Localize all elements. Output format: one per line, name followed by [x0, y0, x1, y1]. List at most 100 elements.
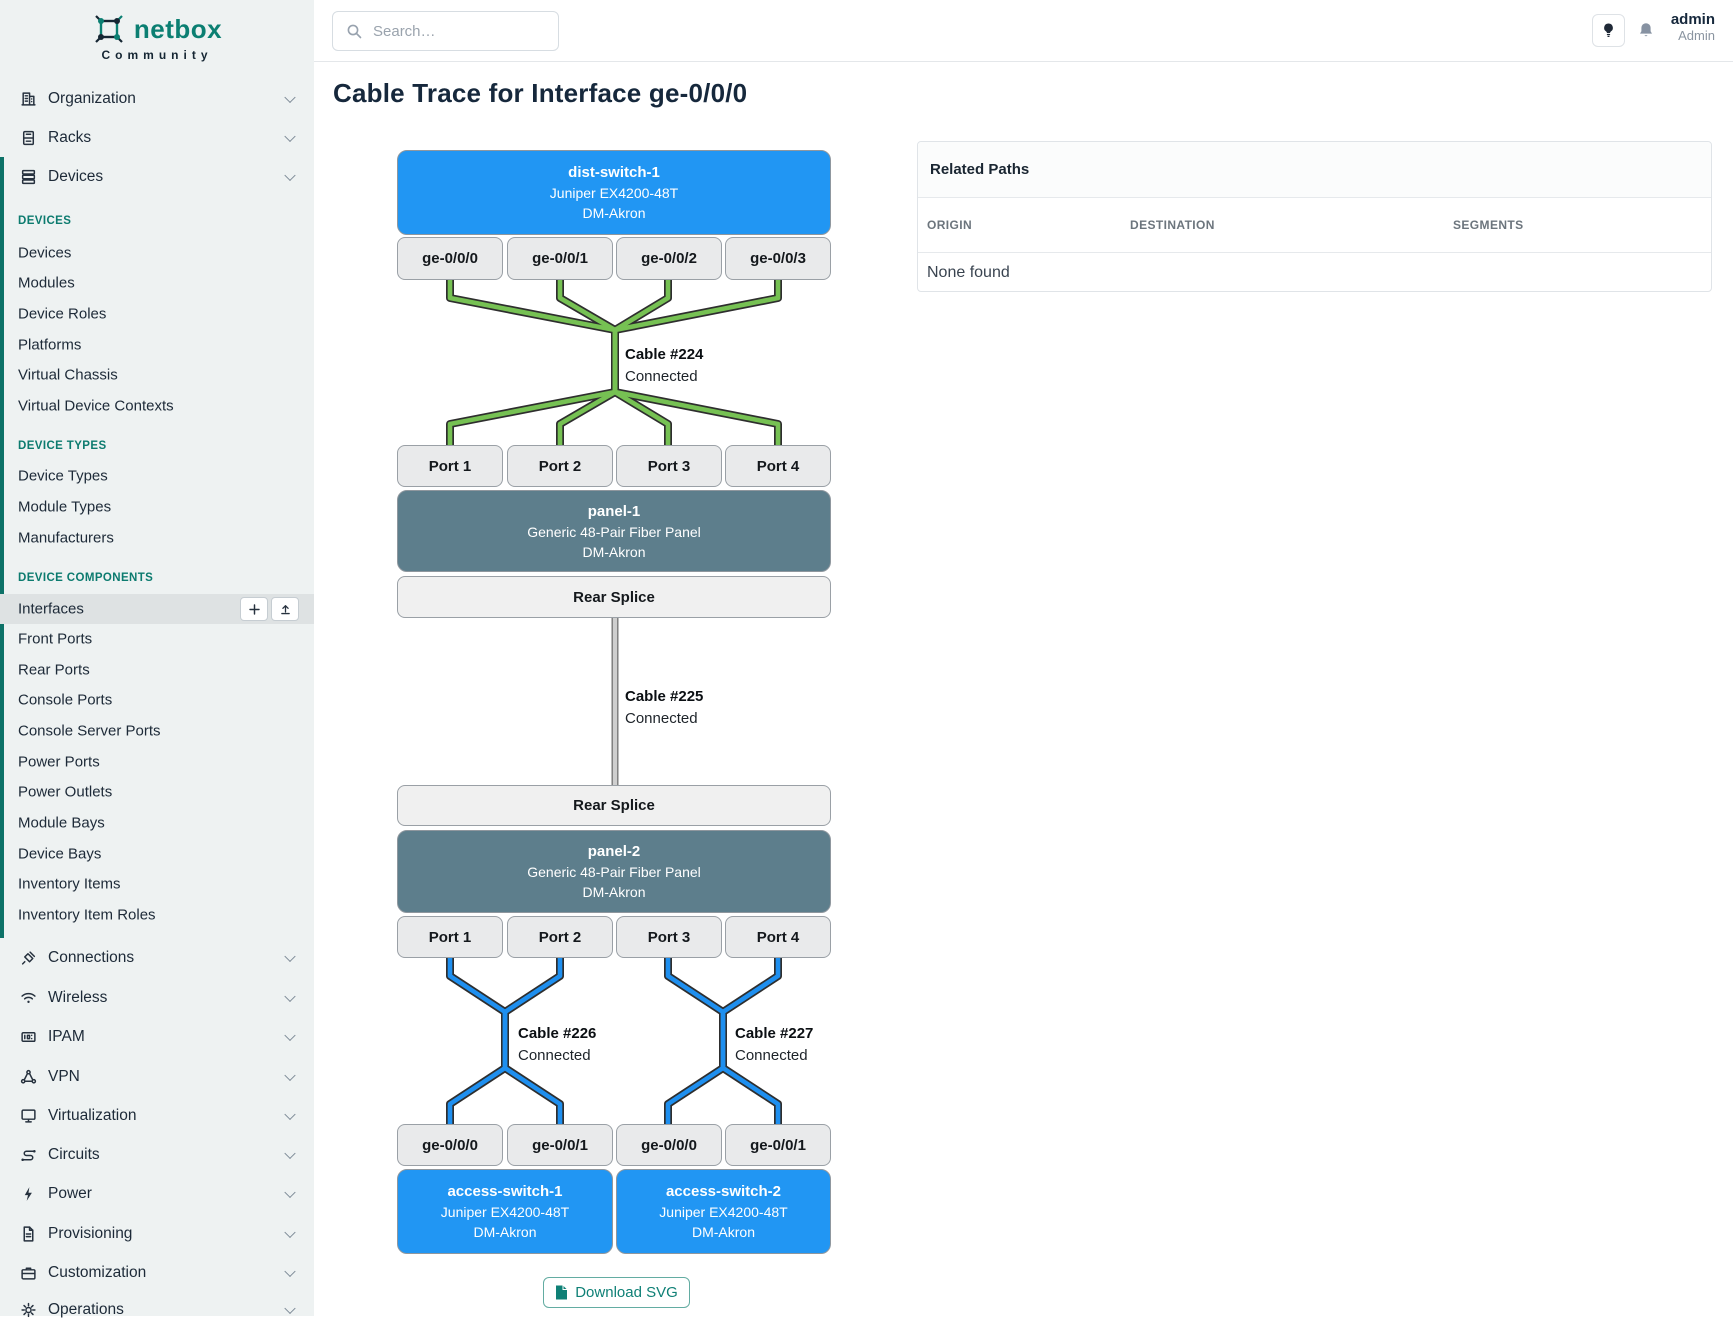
sidebar-item-provisioning[interactable]: Provisioning: [0, 1214, 314, 1254]
sidebar-item-devices[interactable]: Devices: [0, 157, 314, 197]
monitor-icon: [20, 1108, 37, 1125]
sidebar-item-rear-ports[interactable]: Rear Ports: [0, 655, 314, 685]
topbar: admin Admin: [314, 0, 1733, 62]
device-box-panel-2[interactable]: panel-2 Generic 48-Pair Fiber Panel DM-A…: [397, 830, 831, 913]
sidebar-item-power[interactable]: Power: [0, 1174, 314, 1214]
port-box[interactable]: Port 3: [616, 445, 722, 487]
sidebar-item-circuits[interactable]: Circuits: [0, 1135, 314, 1175]
sidebar-item-device-bays[interactable]: Device Bays: [0, 839, 314, 869]
sidebar-item-platforms[interactable]: Platforms: [0, 330, 314, 360]
sidebar-item-console-server-ports[interactable]: Console Server Ports: [0, 716, 314, 746]
section-header-device-components: DEVICE COMPONENTS: [18, 572, 153, 584]
sidebar-item-power-outlets[interactable]: Power Outlets: [0, 777, 314, 807]
netbox-logo-icon: [92, 12, 126, 46]
vpn-network-icon: [20, 1069, 37, 1086]
device-box-panel-1[interactable]: panel-1 Generic 48-Pair Fiber Panel DM-A…: [397, 490, 831, 572]
sidebar-item-virtual-chassis[interactable]: Virtual Chassis: [0, 360, 314, 390]
interface-box[interactable]: ge-0/0/1: [507, 237, 613, 280]
sidebar-item-manufacturers[interactable]: Manufacturers: [0, 523, 314, 553]
sidebar-item-ipam[interactable]: IPAM: [0, 1017, 314, 1057]
search-box[interactable]: [332, 11, 559, 51]
sidebar-item-organization[interactable]: Organization: [0, 79, 314, 119]
chevron-down-icon: [284, 1109, 295, 1120]
search-icon: [346, 23, 363, 40]
chevron-down-icon: [284, 1030, 295, 1041]
column-destination: DESTINATION: [1130, 218, 1215, 232]
sidebar-item-module-types[interactable]: Module Types: [0, 492, 314, 522]
cable-label-226[interactable]: Cable #226 Connected: [518, 1025, 596, 1064]
interface-box[interactable]: ge-0/0/0: [397, 237, 503, 280]
sidebar-item-console-ports[interactable]: Console Ports: [0, 685, 314, 715]
user-menu[interactable]: admin Admin: [1671, 11, 1715, 43]
interface-box[interactable]: ge-0/0/3: [725, 237, 831, 280]
sidebar-item-device-roles[interactable]: Device Roles: [0, 299, 314, 329]
plus-icon: [248, 603, 261, 616]
sidebar-item-inventory-items[interactable]: Inventory Items: [0, 869, 314, 899]
column-segments: SEGMENTS: [1453, 218, 1524, 232]
chevron-down-icon: [284, 170, 295, 181]
sidebar-item-module-bays[interactable]: Module Bays: [0, 808, 314, 838]
document-icon: [20, 1226, 37, 1243]
chevron-down-icon: [284, 131, 295, 142]
sidebar-item-customization[interactable]: Customization: [0, 1253, 314, 1293]
sidebar: netbox Community Organization Racks Devi…: [0, 0, 314, 1316]
interface-box[interactable]: ge-0/0/0: [616, 1124, 722, 1166]
port-box[interactable]: Port 3: [616, 916, 722, 958]
rear-splice-box[interactable]: Rear Splice: [397, 576, 831, 618]
sidebar-item-inventory-item-roles[interactable]: Inventory Item Roles: [0, 900, 314, 930]
user-role: Admin: [1671, 28, 1715, 43]
brand[interactable]: netbox Community: [0, 12, 314, 62]
import-interfaces-button[interactable]: [271, 597, 299, 621]
cable-label-224[interactable]: Cable #224 Connected: [625, 346, 703, 385]
server-stack-icon: [20, 169, 37, 186]
device-box-access-switch-2[interactable]: access-switch-2 Juniper EX4200-48T DM-Ak…: [616, 1169, 831, 1254]
sidebar-item-virtualization[interactable]: Virtualization: [0, 1096, 314, 1136]
port-box[interactable]: Port 1: [397, 445, 503, 487]
sidebar-item-power-ports[interactable]: Power Ports: [0, 747, 314, 777]
interface-box[interactable]: ge-0/0/0: [397, 1124, 503, 1166]
sidebar-item-virtual-device-contexts[interactable]: Virtual Device Contexts: [0, 391, 314, 421]
sidebar-item-connections[interactable]: Connections: [0, 938, 314, 978]
port-box[interactable]: Port 2: [507, 916, 613, 958]
sidebar-item-wireless[interactable]: Wireless: [0, 978, 314, 1018]
device-box-dist-switch-1[interactable]: dist-switch-1 Juniper EX4200-48T DM-Akro…: [397, 150, 831, 235]
brand-name: netbox: [134, 14, 222, 45]
port-box[interactable]: Port 2: [507, 445, 613, 487]
circuits-icon: [20, 1147, 37, 1164]
port-box[interactable]: Port 1: [397, 916, 503, 958]
section-header-devices: DEVICES: [18, 215, 71, 227]
chevron-down-icon: [284, 92, 295, 103]
device-box-access-switch-1[interactable]: access-switch-1 Juniper EX4200-48T DM-Ak…: [397, 1169, 613, 1254]
sidebar-item-device-types[interactable]: Device Types: [0, 461, 314, 491]
sidebar-item-vpn[interactable]: VPN: [0, 1057, 314, 1097]
interface-box[interactable]: ge-0/0/1: [725, 1124, 831, 1166]
add-interface-button[interactable]: [240, 597, 268, 621]
user-name: admin: [1671, 11, 1715, 28]
sidebar-item-racks[interactable]: Racks: [0, 118, 314, 158]
interface-box[interactable]: ge-0/0/2: [616, 237, 722, 280]
chevron-down-icon: [284, 1148, 295, 1159]
cable-label-225[interactable]: Cable #225 Connected: [625, 688, 703, 727]
sidebar-item-interfaces[interactable]: Interfaces: [0, 594, 314, 624]
interface-box[interactable]: ge-0/0/1: [507, 1124, 613, 1166]
related-paths-column-headers: ORIGIN DESTINATION SEGMENTS: [918, 198, 1711, 253]
notifications-bell-icon[interactable]: [1637, 21, 1655, 45]
sidebar-item-devices-list[interactable]: Devices: [0, 238, 314, 268]
plug-icon: [20, 950, 37, 967]
port-box[interactable]: Port 4: [725, 916, 831, 958]
cable-label-227[interactable]: Cable #227 Connected: [735, 1025, 813, 1064]
briefcase-icon: [20, 1265, 37, 1282]
theme-toggle-button[interactable]: [1592, 14, 1625, 47]
lightbulb-icon: [1601, 22, 1616, 39]
sidebar-item-modules[interactable]: Modules: [0, 268, 314, 298]
rack-icon: [20, 130, 37, 147]
brand-subtitle: Community: [0, 48, 314, 62]
related-paths-empty-text: None found: [927, 264, 1010, 282]
sidebar-item-operations[interactable]: Operations: [0, 1290, 314, 1330]
rear-splice-box[interactable]: Rear Splice: [397, 785, 831, 826]
wifi-icon: [20, 990, 37, 1007]
ipam-icon: [20, 1029, 37, 1046]
sidebar-item-front-ports[interactable]: Front Ports: [0, 624, 314, 654]
port-box[interactable]: Port 4: [725, 445, 831, 487]
search-input[interactable]: [373, 12, 553, 50]
